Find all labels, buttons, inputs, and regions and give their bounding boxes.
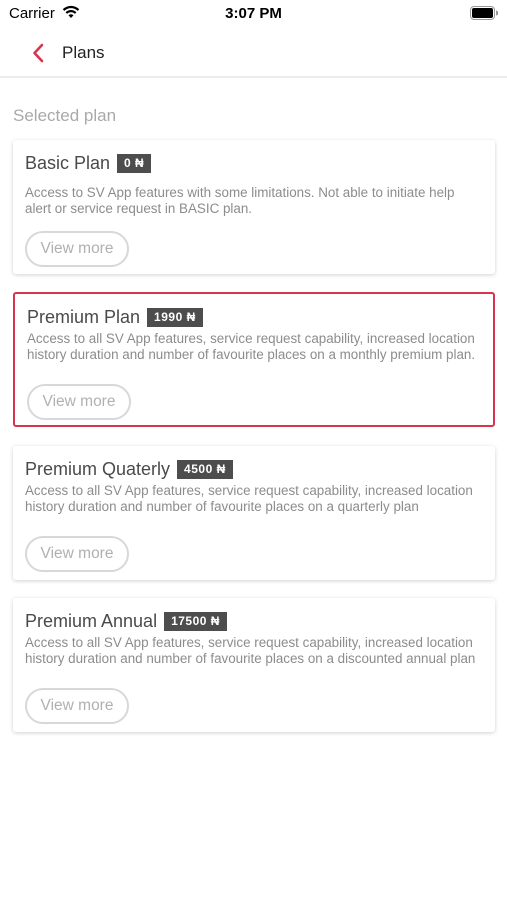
plan-description: Access to all SV App features, service r… bbox=[25, 635, 476, 666]
plan-description: Access to SV App features with some limi… bbox=[25, 185, 455, 216]
plan-name: Premium Plan bbox=[27, 307, 141, 327]
plan-name: Premium Annual bbox=[25, 611, 158, 631]
view-more-button[interactable]: View more bbox=[25, 688, 129, 724]
back-button[interactable] bbox=[27, 41, 49, 65]
plan-description: Access to all SV App features, service r… bbox=[25, 483, 473, 514]
plan-card-annual[interactable]: Premium Annual 17500 ₦ Access to all SV … bbox=[13, 598, 495, 732]
plan-price-badge: 4500 ₦ bbox=[177, 460, 233, 479]
plan-name: Premium Quaterly bbox=[25, 459, 171, 479]
plan-price-badge: 1990 ₦ bbox=[147, 308, 203, 327]
chevron-left-icon bbox=[33, 43, 44, 63]
status-bar: Carrier 3:07 PM bbox=[0, 0, 507, 30]
plan-description: Access to all SV App features, service r… bbox=[27, 331, 476, 362]
navigation-bar: Plans bbox=[0, 30, 507, 78]
view-more-button[interactable]: View more bbox=[25, 231, 129, 267]
plan-price-badge: 0 ₦ bbox=[117, 154, 152, 173]
section-label: Selected plan bbox=[13, 106, 117, 125]
clock: 3:07 PM bbox=[225, 5, 282, 22]
plan-name: Basic Plan bbox=[25, 153, 111, 173]
battery-icon bbox=[470, 6, 499, 25]
plan-price-badge: 17500 ₦ bbox=[164, 612, 227, 631]
page-title: Plans bbox=[62, 43, 105, 62]
plan-card-quarterly[interactable]: Premium Quaterly 4500 ₦ Access to all SV… bbox=[13, 446, 495, 580]
plan-card-premium[interactable]: Premium Plan 1990 ₦ Access to all SV App… bbox=[13, 292, 495, 427]
view-more-button[interactable]: View more bbox=[27, 384, 131, 420]
plan-card-basic[interactable]: Basic Plan 0 ₦ Access to SV App features… bbox=[13, 140, 495, 274]
view-more-button[interactable]: View more bbox=[25, 536, 129, 572]
